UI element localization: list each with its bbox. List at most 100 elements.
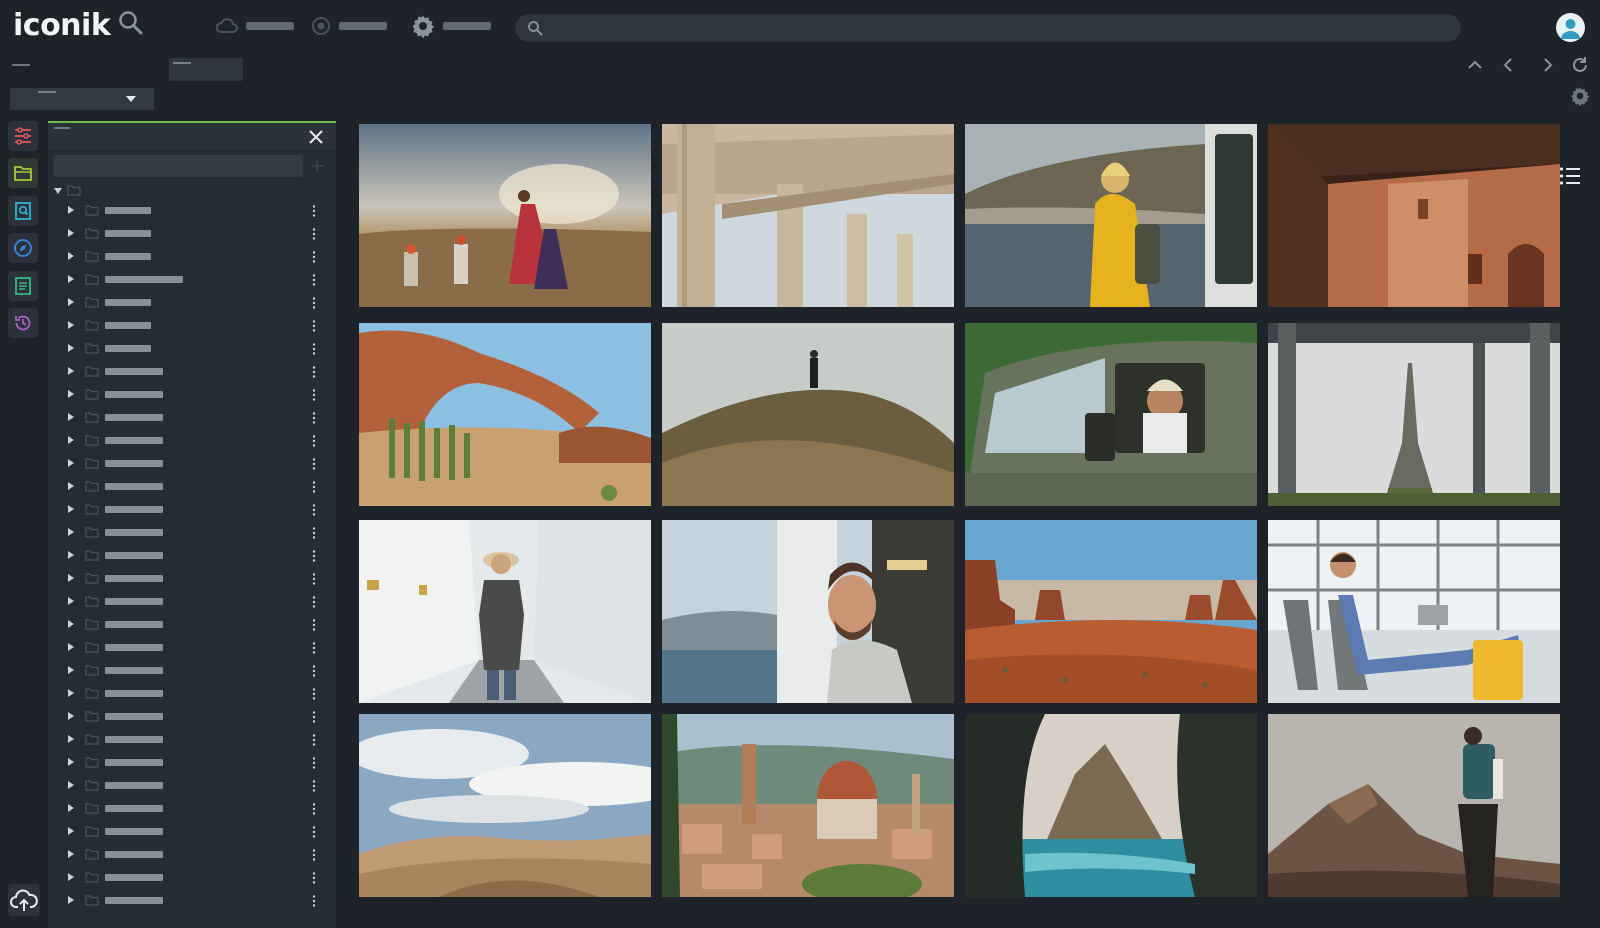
collection-item[interactable] (48, 337, 336, 360)
asset-thumbnail-man-ferry[interactable] (662, 520, 954, 703)
more-options-icon[interactable] (311, 871, 317, 885)
collections-filter[interactable] (53, 155, 303, 178)
caret-right-icon[interactable] (67, 804, 75, 812)
collection-item[interactable] (48, 843, 336, 866)
collection-item[interactable] (48, 429, 336, 452)
collection-item[interactable] (48, 291, 336, 314)
collection-item[interactable] (48, 590, 336, 613)
global-search[interactable] (515, 14, 1461, 44)
caret-right-icon[interactable] (67, 758, 75, 766)
close-icon[interactable] (308, 129, 324, 145)
asset-thumbnail-rajasthan-dancers[interactable] (359, 124, 651, 307)
chevron-right-icon[interactable] (1538, 55, 1558, 75)
more-options-icon[interactable] (311, 664, 317, 678)
collection-item[interactable] (48, 452, 336, 475)
more-options-icon[interactable] (311, 618, 317, 632)
caret-right-icon[interactable] (67, 482, 75, 490)
more-options-icon[interactable] (311, 733, 317, 747)
caret-right-icon[interactable] (67, 252, 75, 260)
collection-item[interactable] (48, 521, 336, 544)
caret-right-icon[interactable] (67, 574, 75, 582)
caret-right-icon[interactable] (67, 620, 75, 628)
collection-item[interactable] (48, 268, 336, 291)
asset-thumbnail-sand-dunes[interactable] (359, 714, 651, 897)
caret-right-icon[interactable] (67, 275, 75, 283)
more-options-icon[interactable] (311, 825, 317, 839)
tab-button[interactable] (169, 58, 243, 81)
nav-target[interactable] (311, 14, 387, 38)
more-options-icon[interactable] (311, 710, 317, 724)
collection-item[interactable] (48, 774, 336, 797)
collections-filter-input[interactable] (53, 155, 303, 178)
asset-thumbnail-adobe-building[interactable] (1268, 124, 1560, 307)
caret-right-icon[interactable] (67, 367, 75, 375)
more-options-icon[interactable] (311, 388, 317, 402)
refresh-icon[interactable] (1570, 55, 1590, 75)
caret-right-icon[interactable] (67, 229, 75, 237)
caret-right-icon[interactable] (67, 689, 75, 697)
breadcrumb[interactable] (12, 64, 30, 66)
caret-right-icon[interactable] (67, 298, 75, 306)
more-options-icon[interactable] (311, 894, 317, 908)
asset-thumbnail-airport-lounge[interactable] (1268, 520, 1560, 703)
asset-thumbnail-man-on-dune[interactable] (662, 323, 954, 506)
more-options-icon[interactable] (311, 319, 317, 333)
collection-item[interactable] (48, 797, 336, 820)
collection-item[interactable] (48, 613, 336, 636)
more-options-icon[interactable] (311, 848, 317, 862)
collection-item[interactable] (48, 383, 336, 406)
more-options-icon[interactable] (311, 342, 317, 356)
rail-history[interactable] (8, 308, 38, 338)
more-options-icon[interactable] (311, 250, 317, 264)
more-options-icon[interactable] (311, 273, 317, 287)
rail-explore[interactable] (8, 233, 38, 263)
more-options-icon[interactable] (311, 457, 317, 471)
asset-thumbnail-hiker-peak[interactable] (1268, 714, 1560, 897)
more-options-icon[interactable] (311, 572, 317, 586)
caret-right-icon[interactable] (67, 413, 75, 421)
nav-cloud[interactable] (216, 14, 294, 38)
user-avatar-icon[interactable] (1556, 13, 1585, 42)
caret-right-icon[interactable] (67, 850, 75, 858)
caret-right-icon[interactable] (67, 436, 75, 444)
collection-item[interactable] (48, 360, 336, 383)
collection-item[interactable] (48, 199, 336, 222)
caret-right-icon[interactable] (67, 344, 75, 352)
more-options-icon[interactable] (311, 227, 317, 241)
upload-button[interactable] (8, 884, 40, 916)
collection-item[interactable] (48, 682, 336, 705)
caret-right-icon[interactable] (67, 505, 75, 513)
view-select[interactable] (10, 88, 154, 110)
more-options-icon[interactable] (311, 641, 317, 655)
caret-right-icon[interactable] (67, 597, 75, 605)
asset-thumbnail-florence[interactable] (662, 714, 954, 897)
more-options-icon[interactable] (311, 526, 317, 540)
asset-thumbnail-woman-temple[interactable] (359, 520, 651, 703)
tree-root[interactable] (53, 183, 93, 197)
collection-item[interactable] (48, 544, 336, 567)
chevron-up-icon[interactable] (1465, 55, 1485, 75)
collection-item[interactable] (48, 475, 336, 498)
collection-item[interactable] (48, 659, 336, 682)
caret-right-icon[interactable] (67, 321, 75, 329)
rail-filters[interactable] (8, 121, 38, 151)
more-options-icon[interactable] (311, 503, 317, 517)
collection-item[interactable] (48, 866, 336, 889)
caret-right-icon[interactable] (67, 781, 75, 789)
caret-right-icon[interactable] (67, 666, 75, 674)
search-icon[interactable] (118, 10, 144, 36)
asset-thumbnail-greek-temple[interactable] (662, 124, 954, 307)
more-options-icon[interactable] (311, 802, 317, 816)
caret-right-icon[interactable] (67, 896, 75, 904)
rail-documents[interactable] (8, 271, 38, 301)
more-options-icon[interactable] (311, 779, 317, 793)
caret-right-icon[interactable] (67, 459, 75, 467)
chevron-left-icon[interactable] (1498, 55, 1518, 75)
collection-item[interactable] (48, 728, 336, 751)
asset-thumbnail-monument-valley[interactable] (965, 520, 1257, 703)
caret-right-icon[interactable] (67, 712, 75, 720)
caret-right-icon[interactable] (67, 827, 75, 835)
asset-thumbnail-eiffel-tower[interactable] (1268, 323, 1560, 506)
asset-thumbnail-woman-fjord[interactable] (965, 124, 1257, 307)
nav-settings[interactable] (411, 14, 491, 38)
